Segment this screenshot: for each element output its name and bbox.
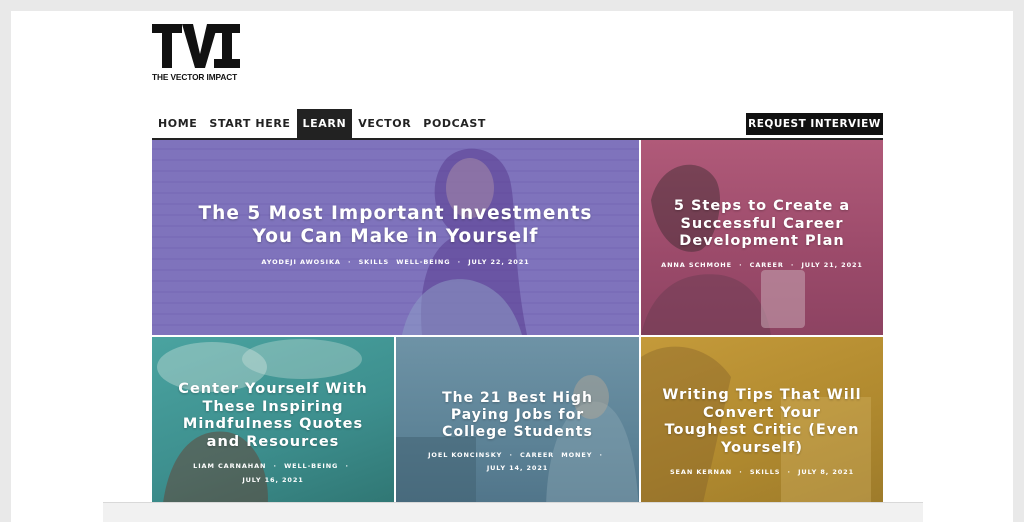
request-interview-button[interactable]: REQUEST INTERVIEW xyxy=(746,113,883,135)
article-date: JULY 21, 2021 xyxy=(801,261,863,270)
article-category[interactable]: WELL-BEING xyxy=(284,462,338,470)
article-category[interactable]: CAREER xyxy=(750,261,784,269)
article-author[interactable]: ANNA SCHMOHE xyxy=(661,261,732,269)
nav-item-podcast[interactable]: PODCAST xyxy=(417,109,492,138)
article-category[interactable]: WELL-BEING xyxy=(396,258,450,266)
article-meta: SEAN KERNAN · SKILLS · JULY 8, 2021 xyxy=(669,467,855,476)
article-author[interactable]: JOEL KONCINSKY xyxy=(428,451,502,459)
article-category[interactable]: MONEY xyxy=(561,451,592,459)
article-meta: AYODEJI AWOSIKA · SKILLS WELL-BEING · JU… xyxy=(261,258,530,267)
article-meta-date-row: JULY 16, 2021 xyxy=(152,476,394,484)
article-title[interactable]: The 21 Best High Paying Jobs for College… xyxy=(396,390,639,441)
article-card[interactable]: Center Yourself With These Inspiring Min… xyxy=(152,337,394,512)
article-meta: ANNA SCHMOHE · CAREER · JULY 21, 2021 xyxy=(661,261,863,270)
article-card[interactable]: The 21 Best High Paying Jobs for College… xyxy=(396,337,639,512)
article-card[interactable]: Writing Tips That Will Convert Your Toug… xyxy=(641,337,883,512)
article-author[interactable]: LIAM CARNAHAN xyxy=(193,462,266,470)
article-meta: JOEL KONCINSKY · CAREER MONEY · JULY 14,… xyxy=(428,451,603,472)
nav-item-home[interactable]: HOME xyxy=(152,109,203,138)
article-title[interactable]: Writing Tips That Will Convert Your Toug… xyxy=(641,387,883,458)
article-author[interactable]: SEAN KERNAN xyxy=(670,468,732,476)
nav-item-vector[interactable]: VECTOR xyxy=(352,109,417,138)
article-card[interactable]: 5 Steps to Create a Successful Career De… xyxy=(641,140,883,335)
bottom-strip xyxy=(103,502,923,522)
article-category[interactable]: SKILLS xyxy=(359,258,390,266)
article-date: JULY 14, 2021 xyxy=(486,463,549,472)
page: THE VECTOR IMPACT HOME START HERE LEARN … xyxy=(11,11,1013,522)
tvi-logo-mark-icon xyxy=(152,24,240,68)
article-date: JULY 8, 2021 xyxy=(798,467,855,476)
main-nav: HOME START HERE LEARN VECTOR PODCAST xyxy=(152,109,492,138)
article-card-featured[interactable]: The 5 Most Important Investments You Can… xyxy=(152,140,639,335)
article-title[interactable]: Center Yourself With These Inspiring Min… xyxy=(152,381,394,452)
article-title[interactable]: 5 Steps to Create a Successful Career De… xyxy=(641,198,883,251)
article-date: JULY 22, 2021 xyxy=(468,258,530,267)
site-logo[interactable]: THE VECTOR IMPACT xyxy=(152,22,242,84)
article-date: JULY 16, 2021 xyxy=(242,475,304,484)
nav-item-learn[interactable]: LEARN xyxy=(296,109,353,138)
article-author[interactable]: AYODEJI AWOSIKA xyxy=(261,258,340,266)
article-category[interactable]: SKILLS xyxy=(750,468,781,476)
site-logo-name: THE VECTOR IMPACT xyxy=(152,72,238,82)
article-title[interactable]: The 5 Most Important Investments You Can… xyxy=(152,203,639,248)
nav-item-start-here[interactable]: START HERE xyxy=(203,109,296,138)
article-meta: LIAM CARNAHAN · WELL-BEING · xyxy=(193,461,349,470)
article-category[interactable]: CAREER xyxy=(520,451,554,459)
